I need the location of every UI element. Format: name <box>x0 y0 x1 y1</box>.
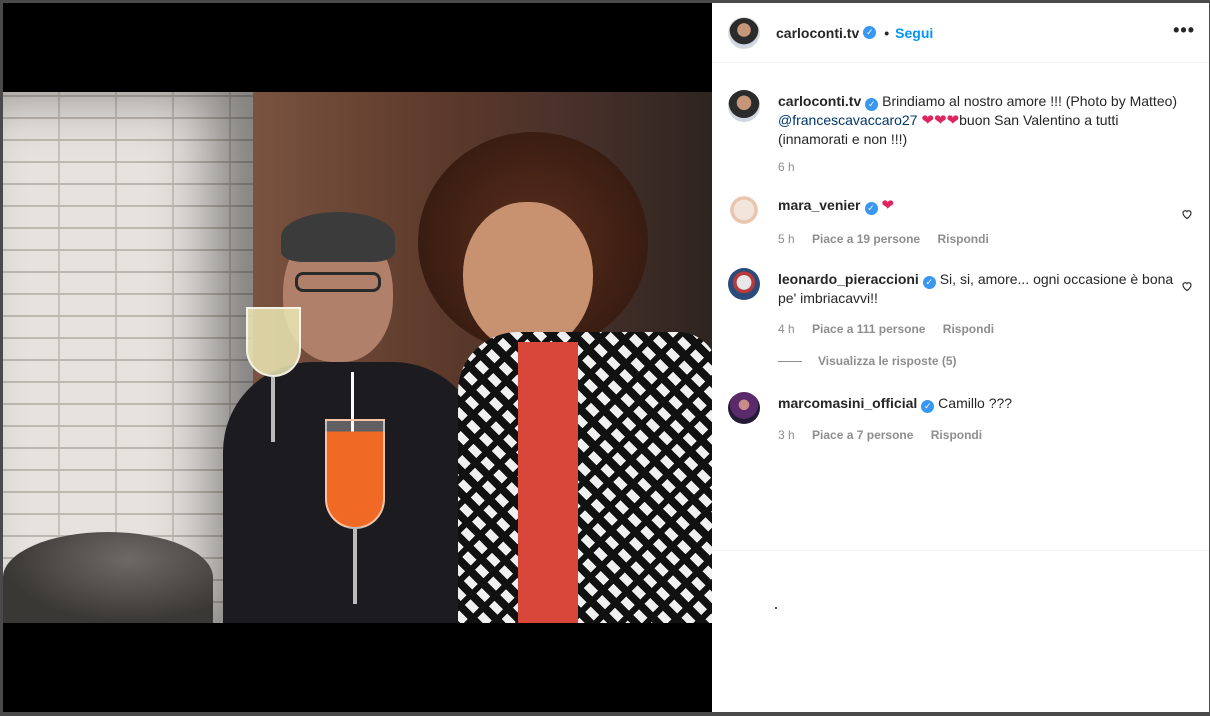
verified-badge-icon: ✓ <box>864 202 878 215</box>
loading-dot <box>775 607 777 609</box>
comment-avatar[interactable] <box>728 392 760 424</box>
caption-avatar[interactable] <box>728 90 760 122</box>
comment-avatar[interactable] <box>728 268 760 300</box>
comment-meta: 3 h Piace a 7 persone Rispondi <box>778 428 996 442</box>
caption-meta: 6 h <box>778 160 809 174</box>
reply-button[interactable]: Rispondi <box>937 232 988 246</box>
post-photo[interactable] <box>3 92 712 623</box>
comment-body: marcomasini_official ✓ Camillo ??? <box>778 394 1178 413</box>
comment-item: leonardo_pieraccioni ✓ Si, si, amore... o… <box>728 268 1193 348</box>
heart-like-icon[interactable] <box>1181 208 1193 220</box>
comment-username[interactable]: mara_venier <box>778 197 861 213</box>
heart-emoji: ❤❤❤ <box>921 112 960 129</box>
view-replies-label: Visualizza le risposte (5) <box>818 354 957 368</box>
caption-username[interactable]: carloconti.tv <box>778 93 861 109</box>
heart-emoji: ❤ <box>881 197 894 214</box>
comment-likes[interactable]: Piace a 7 persone <box>812 428 913 442</box>
verified-badge-icon: ✓ <box>921 400 935 413</box>
author-username[interactable]: carloconti.tv <box>776 25 859 41</box>
comment-time[interactable]: 5 h <box>778 232 795 246</box>
caption-item: carloconti.tv ✓ Brindiamo al nostro amore… <box>728 90 1193 176</box>
replies-line <box>778 360 802 362</box>
comment-meta: 5 h Piace a 19 persone Rispondi <box>778 232 1003 246</box>
caption-body: carloconti.tv ✓ Brindiamo al nostro amore… <box>778 92 1178 148</box>
comment-likes[interactable]: Piace a 111 persone <box>812 322 925 336</box>
verified-badge-icon: ✓ <box>863 26 877 39</box>
comment-body: mara_venier ✓ ❤ <box>778 196 1178 215</box>
separator-dot: • <box>884 24 890 41</box>
woman-figure <box>398 132 712 623</box>
view-replies-button[interactable]: Visualizza le risposte (5) <box>778 354 957 368</box>
actions-area <box>712 551 1209 712</box>
verified-badge-icon: ✓ <box>922 276 936 289</box>
author-avatar[interactable] <box>728 16 760 49</box>
post-header: carloconti.tv ✓ • Segui ••• <box>712 3 1209 63</box>
comment-time[interactable]: 3 h <box>778 428 795 442</box>
comment-username[interactable]: marcomasini_official <box>778 395 917 411</box>
table <box>3 532 213 623</box>
follow-button[interactable]: Segui <box>895 25 933 41</box>
caption-time[interactable]: 6 h <box>778 160 795 174</box>
post-info-panel: carloconti.tv ✓ • Segui ••• carloconti.t… <box>712 3 1209 712</box>
caption-mention[interactable]: @francescavaccaro27 <box>778 112 918 128</box>
comment-avatar[interactable] <box>728 194 760 226</box>
heart-like-icon[interactable] <box>1181 280 1193 292</box>
reply-button[interactable]: Rispondi <box>943 322 994 336</box>
more-options-icon[interactable]: ••• <box>1173 21 1195 39</box>
caption-text: Brindiamo al nostro amore !!! (Photo by … <box>882 93 1178 109</box>
post-media[interactable] <box>3 3 712 712</box>
comment-meta: 4 h Piace a 111 persone Rispondi <box>778 322 1008 336</box>
verified-badge-icon: ✓ <box>865 98 879 111</box>
post-modal: carloconti.tv ✓ • Segui ••• carloconti.t… <box>3 3 1209 712</box>
comment-text: Camillo ??? <box>938 395 1013 411</box>
wine-glass <box>246 307 301 377</box>
comment-username[interactable]: leonardo_pieraccioni <box>778 271 919 287</box>
comment-body: leonardo_pieraccioni ✓ Si, si, amore... o… <box>778 270 1178 307</box>
comment-item: mara_venier ✓ ❤ 5 h Piace a 19 persone Ri… <box>728 194 1193 254</box>
comment-likes[interactable]: Piace a 19 persone <box>812 232 920 246</box>
reply-button[interactable]: Rispondi <box>931 428 982 442</box>
spritz-glass <box>325 419 385 529</box>
comment-item: marcomasini_official ✓ Camillo ??? 3 h Pi… <box>728 392 1193 452</box>
comment-time[interactable]: 4 h <box>778 322 795 336</box>
comments-list[interactable]: carloconti.tv ✓ Brindiamo al nostro amore… <box>712 64 1209 551</box>
